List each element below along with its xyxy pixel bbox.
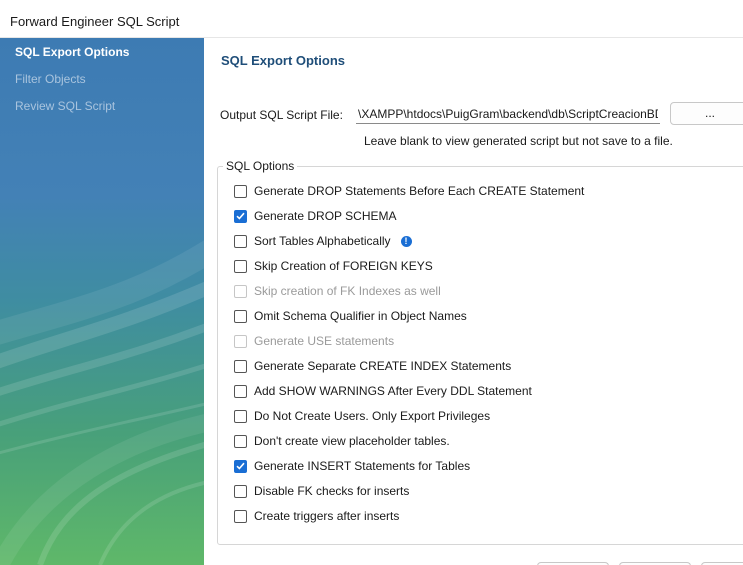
option-generate-use: Generate USE statements bbox=[234, 331, 394, 351]
option-checkbox[interactable] bbox=[234, 359, 247, 373]
option-disable-fk-checks[interactable]: Disable FK checks for inserts bbox=[234, 481, 409, 501]
option-drop-before-create[interactable]: Generate DROP Statements Before Each CRE… bbox=[234, 181, 584, 201]
browse-button[interactable]: ... bbox=[670, 102, 743, 125]
option-checkbox bbox=[234, 334, 247, 348]
option-label: Generate INSERT Statements for Tables bbox=[254, 459, 471, 473]
sidebar-item-label: SQL Export Options bbox=[15, 45, 130, 59]
option-skip-foreign-keys[interactable]: Skip Creation of FOREIGN KEYS bbox=[234, 256, 433, 276]
checkmark-icon bbox=[236, 462, 245, 470]
option-checkbox[interactable] bbox=[234, 309, 247, 323]
sidebar-item-label: Filter Objects bbox=[15, 72, 86, 86]
option-checkbox[interactable] bbox=[234, 434, 247, 448]
option-label: Don't create view placeholder tables. bbox=[254, 434, 450, 448]
main-panel: SQL Export Options Output SQL Script Fil… bbox=[204, 38, 743, 565]
sql-options-legend: SQL Options bbox=[223, 159, 298, 173]
option-label: Generate DROP SCHEMA bbox=[254, 209, 397, 223]
option-show-warnings[interactable]: Add SHOW WARNINGS After Every DDL Statem… bbox=[234, 381, 532, 401]
option-checkbox[interactable] bbox=[234, 484, 247, 498]
option-checkbox[interactable] bbox=[234, 259, 247, 273]
option-label: Sort Tables Alphabetically bbox=[254, 234, 391, 248]
wizard-sidebar: SQL Export Options Filter Objects Review… bbox=[0, 38, 204, 565]
option-label: Skip creation of FK Indexes as well bbox=[254, 284, 441, 298]
output-file-input[interactable] bbox=[356, 104, 660, 124]
option-drop-schema[interactable]: Generate DROP SCHEMA bbox=[234, 206, 397, 226]
sidebar-item-sql-export-options[interactable]: SQL Export Options bbox=[0, 41, 204, 63]
option-label: Skip Creation of FOREIGN KEYS bbox=[254, 259, 433, 273]
option-no-view-placeholders[interactable]: Don't create view placeholder tables. bbox=[234, 431, 450, 451]
option-label: Create triggers after inserts bbox=[254, 509, 400, 523]
option-skip-fk-indexes: Skip creation of FK Indexes as well bbox=[234, 281, 441, 301]
option-checkbox[interactable] bbox=[234, 384, 247, 398]
sidebar-decoration bbox=[0, 240, 204, 565]
option-sort-tables[interactable]: Sort Tables Alphabetically! bbox=[234, 231, 412, 251]
sidebar-item-label: Review SQL Script bbox=[15, 99, 116, 113]
output-file-label: Output SQL Script File: bbox=[220, 108, 343, 122]
option-checkbox[interactable] bbox=[234, 234, 247, 248]
window-title: Forward Engineer SQL Script bbox=[10, 14, 180, 29]
option-checkbox[interactable] bbox=[234, 509, 247, 523]
option-label: Generate DROP Statements Before Each CRE… bbox=[254, 184, 585, 198]
option-checkbox[interactable] bbox=[234, 184, 247, 198]
option-omit-schema-qualifier[interactable]: Omit Schema Qualifier in Object Names bbox=[234, 306, 467, 326]
checkmark-icon bbox=[236, 212, 245, 220]
option-checkbox[interactable] bbox=[234, 409, 247, 423]
option-label: Omit Schema Qualifier in Object Names bbox=[254, 309, 467, 323]
option-checkbox[interactable] bbox=[234, 459, 247, 473]
sidebar-item-review-sql-script[interactable]: Review SQL Script bbox=[0, 95, 204, 117]
window-titlebar: Forward Engineer SQL Script bbox=[0, 0, 743, 38]
option-label: Disable FK checks for inserts bbox=[254, 484, 410, 498]
option-generate-inserts[interactable]: Generate INSERT Statements for Tables bbox=[234, 456, 470, 476]
sidebar-item-filter-objects[interactable]: Filter Objects bbox=[0, 68, 204, 90]
option-triggers-after-inserts[interactable]: Create triggers after inserts bbox=[234, 506, 399, 526]
page-title: SQL Export Options bbox=[221, 53, 345, 68]
option-checkbox[interactable] bbox=[234, 209, 247, 223]
output-file-hint: Leave blank to view generated script but… bbox=[364, 134, 673, 148]
option-label: Do Not Create Users. Only Export Privile… bbox=[254, 409, 491, 423]
option-label: Generate USE statements bbox=[254, 334, 395, 348]
option-label: Add SHOW WARNINGS After Every DDL Statem… bbox=[254, 384, 532, 398]
option-no-create-users[interactable]: Do Not Create Users. Only Export Privile… bbox=[234, 406, 490, 426]
info-icon[interactable]: ! bbox=[400, 235, 412, 247]
option-label: Generate Separate CREATE INDEX Statement… bbox=[254, 359, 512, 373]
option-separate-create-index[interactable]: Generate Separate CREATE INDEX Statement… bbox=[234, 356, 511, 376]
option-checkbox bbox=[234, 284, 247, 298]
